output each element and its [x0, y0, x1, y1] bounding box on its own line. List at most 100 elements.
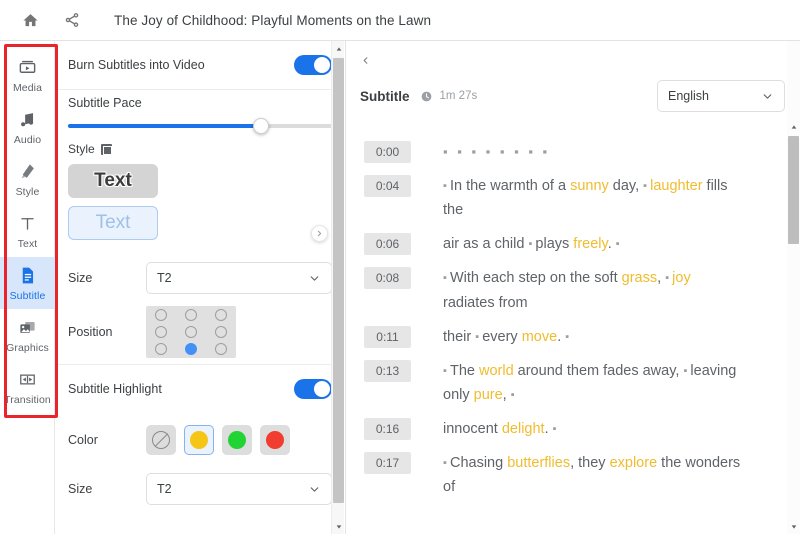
color-swatch-none[interactable] [146, 425, 176, 455]
text-t-icon [18, 213, 37, 235]
highlighted-word: explore [609, 455, 658, 472]
sidebar-item-style[interactable]: Style [0, 153, 55, 205]
sidebar-item-transition[interactable]: Transition [0, 361, 55, 413]
cue-text[interactable]: ▪ The world around them fades away, ▪ le… [443, 359, 743, 407]
share-icon[interactable] [54, 2, 90, 38]
cue-timestamp[interactable]: 0:17 [364, 452, 411, 475]
style-badge-icon [100, 143, 112, 155]
cue-text[interactable]: innocent delight. ▪ [443, 417, 557, 441]
subtitle-cue-row[interactable]: 0:06 air as a child ▪ plays freely. ▪ [346, 227, 787, 261]
chevron-down-icon [761, 90, 774, 103]
settings-scrollbar-thumb[interactable] [333, 58, 344, 503]
cue-text[interactable]: ▪ In the warmth of a sunny day, ▪ laught… [443, 174, 743, 222]
subtitle-settings-panel: Burn Subtitles into Video Subtitle Pace … [56, 41, 344, 534]
cue-timestamp[interactable]: 0:13 [364, 359, 411, 382]
cue-text[interactable]: their ▪ every move. ▪ [443, 325, 569, 349]
subtitle-pace-slider[interactable] [68, 118, 332, 134]
cue-timestamp[interactable]: 0:04 [364, 175, 411, 197]
position-cell[interactable] [185, 325, 197, 338]
cue-text[interactable]: ▪ With each step on the soft grass, ▪ jo… [443, 266, 743, 314]
cue-text-segment: . [607, 236, 616, 253]
no-color-icon [152, 431, 170, 449]
cue-timestamp[interactable]: 0:11 [364, 325, 411, 348]
cue-timestamp[interactable]: 0:06 [364, 233, 411, 256]
position-cell[interactable] [215, 325, 227, 338]
cue-text-segment: around them fades away, [513, 362, 684, 379]
position-cell[interactable] [215, 343, 227, 356]
audio-note-icon [18, 109, 37, 131]
subtitle-cue-row[interactable]: 0:00 ▪ ▪ ▪ ▪ ▪ ▪ ▪ ▪ [346, 135, 787, 169]
color-dot [228, 431, 246, 449]
word-separator-marker: ▪ [443, 272, 450, 285]
settings-scrollbar[interactable] [331, 41, 344, 534]
subtitle-highlight-toggle[interactable] [294, 379, 332, 399]
position-grid[interactable] [146, 306, 236, 358]
subtitle-list-panel: Subtitle 1m 27s English 0:00 ▪ ▪ ▪ ▪ ▪ ▪ … [345, 41, 800, 534]
subtitle-cue-list[interactable]: 0:00 ▪ ▪ ▪ ▪ ▪ ▪ ▪ ▪ 0:04 ▪ In the warmth o… [346, 127, 787, 534]
sidebar-item-subtitle[interactable]: Subtitle [0, 257, 55, 309]
panel-collapse-button[interactable] [356, 51, 374, 69]
size-label: Size [68, 271, 93, 285]
cue-text[interactable]: ▪ ▪ ▪ ▪ ▪ ▪ ▪ ▪ [443, 140, 550, 164]
slider-knob[interactable] [252, 118, 269, 134]
cue-timestamp[interactable]: 0:00 [364, 141, 411, 163]
scroll-up-arrow-icon[interactable] [332, 41, 345, 56]
color-dot [190, 431, 208, 449]
sidebar-item-label: Subtitle [9, 289, 46, 302]
home-icon[interactable] [12, 2, 48, 38]
highlighted-word: move [521, 328, 558, 345]
panel-expand-button[interactable] [311, 225, 328, 242]
position-cell[interactable] [155, 308, 167, 321]
sidebar-item-text[interactable]: Text [0, 205, 55, 257]
chevron-down-icon [308, 483, 321, 496]
color-swatch-red[interactable] [260, 425, 290, 455]
position-label: Position [68, 325, 113, 339]
position-cell[interactable] [185, 308, 197, 321]
highlighted-word: butterflies [507, 455, 571, 472]
subtitle-cue-row[interactable]: 0:08 ▪ With each step on the soft grass, … [346, 261, 787, 319]
color-swatch-green[interactable] [222, 425, 252, 455]
highlighted-word: joy [672, 270, 691, 287]
cue-text[interactable]: air as a child ▪ plays freely. ▪ [443, 232, 620, 256]
subtitle-cue-row[interactable]: 0:17 ▪ Chasing butterflies, they explore … [346, 446, 787, 504]
subtitle-highlight-label: Subtitle Highlight [68, 382, 162, 396]
scroll-down-arrow-icon[interactable] [787, 519, 800, 534]
burn-subtitles-toggle[interactable] [294, 55, 332, 75]
position-cell-selected[interactable] [185, 343, 197, 356]
subtitle-cue-row[interactable]: 0:13 ▪ The world around them fades away, … [346, 354, 787, 412]
subtitle-cue-row[interactable]: 0:11 their ▪ every move. ▪ [346, 320, 787, 354]
subtitle-cue-row[interactable]: 0:04 ▪ In the warmth of a sunny day, ▪ la… [346, 169, 787, 227]
style-option-1[interactable]: Text [68, 164, 158, 198]
app-root: The Joy of Childhood: Playful Moments on… [0, 0, 800, 534]
highlight-size-value: T2 [157, 482, 172, 496]
subtitle-cue-row[interactable]: 0:16 innocent delight. ▪ [346, 412, 787, 446]
subtitle-scrollbar[interactable] [787, 41, 800, 534]
highlight-size-select[interactable]: T2 [146, 473, 332, 505]
placeholder-dots: ▪ ▪ ▪ ▪ ▪ ▪ ▪ ▪ [443, 144, 551, 159]
language-select[interactable]: English [657, 80, 785, 112]
scroll-up-arrow-icon[interactable] [787, 119, 800, 134]
position-cell[interactable] [155, 325, 167, 338]
word-separator-marker: ▪ [552, 423, 557, 436]
position-cell[interactable] [215, 308, 227, 321]
cue-text-segment: radiates from [443, 294, 528, 311]
style-option-2[interactable]: Text [68, 206, 158, 240]
cue-text[interactable]: ▪ Chasing butterflies, they explore the … [443, 451, 743, 499]
cue-text-segment: plays [535, 236, 574, 253]
cue-timestamp[interactable]: 0:08 [364, 267, 411, 290]
highlighted-word: world [478, 362, 514, 379]
position-cell[interactable] [155, 343, 167, 356]
size-select[interactable]: T2 [146, 262, 332, 294]
scroll-down-arrow-icon[interactable] [332, 519, 345, 534]
color-swatch-yellow[interactable] [184, 425, 214, 455]
sidebar-item-media[interactable]: Media [0, 49, 55, 101]
size-value: T2 [157, 271, 172, 285]
sidebar-item-audio[interactable]: Audio [0, 101, 55, 153]
word-separator-marker: ▪ [565, 330, 570, 343]
cue-text-segment: , [502, 386, 511, 403]
sidebar-item-graphics[interactable]: Graphics [0, 309, 55, 361]
subtitle-scrollbar-thumb[interactable] [788, 136, 799, 244]
highlighted-word: grass [621, 270, 658, 287]
cue-timestamp[interactable]: 0:16 [364, 418, 411, 441]
word-separator-marker: ▪ [510, 389, 515, 402]
